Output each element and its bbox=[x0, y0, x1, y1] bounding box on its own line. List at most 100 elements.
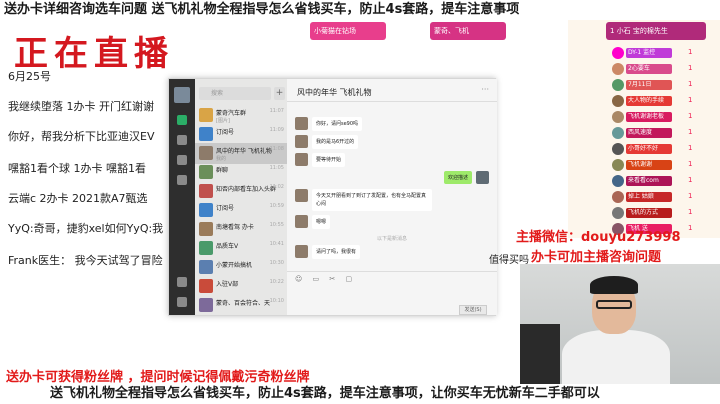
menu-icon[interactable] bbox=[177, 297, 187, 307]
notes-line: 你好，帮我分析下比亚迪汉EV bbox=[8, 130, 155, 143]
avatar[interactable] bbox=[612, 111, 624, 123]
gift-row: 西风速度 1 bbox=[568, 126, 720, 140]
sticker-label: 小菊猫在钻场 bbox=[314, 27, 356, 35]
chat-name: 入驻V部 bbox=[216, 281, 239, 288]
wechat-nav-bar bbox=[169, 79, 195, 315]
chat-name: 品质车V bbox=[216, 243, 239, 250]
chat-list-item[interactable]: 小蒙开始搞机 10:30 bbox=[195, 257, 287, 278]
avatar[interactable] bbox=[295, 189, 308, 202]
more-icon[interactable]: ··· bbox=[481, 85, 489, 94]
wechat-window: 搜索 + 蒙奇汽车群 [图片] 11:07 订阅号 11:09 风中的年华 飞机礼物 我的 1… bbox=[168, 78, 497, 316]
gift-row: 来看看com 1 bbox=[568, 174, 720, 188]
gift-count: 1 bbox=[688, 224, 693, 232]
avatar[interactable] bbox=[476, 171, 489, 184]
gift-tag: DY-1 监控 bbox=[626, 48, 672, 58]
chat-list-item[interactable]: 群聊 11:05 bbox=[195, 162, 287, 183]
message-bubble: 嗯嗯 bbox=[312, 215, 331, 229]
avatar[interactable] bbox=[612, 127, 624, 139]
gift-sticker-strip: 小菊猫在钻场 蒙奇、飞机 1 小石 宝的棉先生 bbox=[310, 20, 706, 46]
gift-tag: 7月11日 bbox=[626, 80, 672, 90]
chat-icon[interactable] bbox=[177, 115, 187, 125]
avatar[interactable] bbox=[612, 207, 624, 219]
gift-count: 1 bbox=[688, 64, 693, 72]
chat-list-item[interactable]: 订阅号 11:09 bbox=[195, 124, 287, 145]
chat-name: 订阅号 bbox=[216, 205, 235, 212]
avatar[interactable] bbox=[295, 245, 308, 258]
gift-row: 小哥好不好 1 bbox=[568, 142, 720, 156]
chat-list-item[interactable]: 知否内部看车加入头群 11:02 bbox=[195, 181, 287, 202]
avatar bbox=[199, 279, 213, 293]
favorites-icon[interactable] bbox=[177, 155, 187, 165]
streamer-wechat-contact: 主播微信：douyu273998 bbox=[516, 230, 681, 245]
chat-name: 订阅号 bbox=[216, 129, 235, 136]
gift-count: 1 bbox=[688, 192, 693, 200]
gift-tag: 掉上 姑娘 bbox=[626, 192, 672, 202]
chat-main: 风中的年华 飞机礼物 ··· 你好，请问se90吗 我的是马6开过的 要等待开始… bbox=[287, 79, 497, 315]
avatar[interactable] bbox=[612, 159, 624, 171]
avatar[interactable] bbox=[612, 143, 624, 155]
avatar[interactable] bbox=[295, 153, 308, 166]
message-right: 欢迎描述 bbox=[295, 171, 489, 185]
message-bubble: 你好，请问se90吗 bbox=[312, 117, 363, 131]
notes-line: 嘿豁1看个球 1办卡 嘿豁1看 bbox=[8, 162, 146, 175]
gift-row: 掉上 姑娘 1 bbox=[568, 190, 720, 204]
chat-time: 10:30 bbox=[269, 260, 284, 266]
avatar[interactable] bbox=[612, 191, 624, 203]
chat-time: 11:07 bbox=[269, 108, 284, 114]
avatar[interactable] bbox=[612, 79, 624, 91]
chat-name: 蒙奇、百会符合、天 bbox=[216, 300, 271, 307]
add-chat-button[interactable]: + bbox=[274, 87, 285, 100]
chat-name: 蒙奇汽车群 bbox=[216, 110, 247, 117]
streamer-body bbox=[562, 330, 670, 386]
chat-time: 10:55 bbox=[269, 222, 284, 228]
contacts-icon[interactable] bbox=[177, 135, 187, 145]
gift-panel: DY-1 监控 1 2心要车 1 7月11日 1 大人物的手续 1 飞机谢谢老板 1 西风速度 1 小哥… bbox=[568, 20, 720, 238]
avatar[interactable] bbox=[295, 135, 308, 148]
gift-row: 2心要车 1 bbox=[568, 62, 720, 76]
gift-row: 飞机谢谢 1 bbox=[568, 158, 720, 172]
send-button[interactable]: 发送(S) bbox=[459, 305, 487, 315]
avatar[interactable] bbox=[174, 87, 190, 103]
avatar[interactable] bbox=[612, 47, 624, 59]
gift-tag: 飞机的方式 bbox=[626, 208, 672, 218]
fan-badge-notice: 送办卡可获得粉丝牌 ，提问时候记得佩戴污奇粉丝牌 bbox=[6, 370, 310, 385]
message-bubble: 今天又开朋看到了到订了发配置，也有全马配置真心闷 bbox=[312, 189, 432, 211]
chat-list-item[interactable]: 入驻V部 10:22 bbox=[195, 276, 287, 297]
gift-tag: 西风速度 bbox=[626, 128, 672, 138]
avatar bbox=[199, 241, 213, 255]
message-bubble: 请问了吗，我很有 bbox=[312, 245, 361, 259]
search-input[interactable]: 搜索 bbox=[199, 87, 271, 100]
notes-line: 云端c 2办卡 2021款A7甄选 bbox=[8, 192, 148, 205]
chat-list-item[interactable]: 订阅号 10:59 bbox=[195, 200, 287, 221]
gift-count: 1 bbox=[688, 144, 693, 152]
avatar[interactable] bbox=[295, 215, 308, 228]
gift-count: 1 bbox=[688, 208, 693, 216]
gift-row: DY-1 监控 1 bbox=[568, 46, 720, 60]
top-scrolling-banner: 送办卡详细咨询选车问题 送飞机礼物全程指导怎么省钱买车，防止4s套路，提车注意事… bbox=[0, 0, 720, 20]
avatar[interactable] bbox=[612, 63, 624, 75]
gift-tag: 飞机谢谢 bbox=[626, 160, 672, 170]
chat-time: 10:22 bbox=[269, 279, 284, 285]
chat-list-item[interactable]: 蒙奇汽车群 [图片] 11:07 bbox=[195, 105, 287, 126]
chat-time: 11:05 bbox=[269, 165, 284, 171]
chat-list: 搜索 + 蒙奇汽车群 [图片] 11:07 订阅号 11:09 风中的年华 飞机礼物 我的 1… bbox=[195, 79, 287, 315]
chat-list-item[interactable]: 蒙奇、百会符合、天 10:10 bbox=[195, 295, 287, 315]
avatar[interactable] bbox=[295, 117, 308, 130]
avatar[interactable] bbox=[612, 95, 624, 107]
gift-tag: 2心要车 bbox=[626, 64, 672, 74]
chat-title: 风中的年华 飞机礼物 bbox=[297, 88, 372, 97]
avatar[interactable] bbox=[612, 175, 624, 187]
chat-list-item[interactable]: 风中的年华 飞机礼物 我的 11:08 bbox=[195, 143, 287, 164]
message-bubble: 要等待开始 bbox=[312, 153, 346, 167]
gift-count: 1 bbox=[688, 96, 693, 104]
chat-name: 风中的年华 飞机礼物 bbox=[216, 148, 272, 155]
input-toolbar[interactable]: ☺ ▭ ✂ ▢ bbox=[295, 275, 356, 283]
chat-list-item[interactable]: 品质车V 10:41 bbox=[195, 238, 287, 259]
chat-list-item[interactable]: 南塘看驾 办卡 10:55 bbox=[195, 219, 287, 240]
folder-icon[interactable] bbox=[177, 175, 187, 185]
phone-icon[interactable] bbox=[177, 277, 187, 287]
avatar bbox=[199, 146, 213, 160]
gift-count: 1 bbox=[688, 176, 693, 184]
chat-name: 南塘看驾 办卡 bbox=[216, 224, 254, 231]
chat-preview: [图片] bbox=[216, 118, 230, 124]
